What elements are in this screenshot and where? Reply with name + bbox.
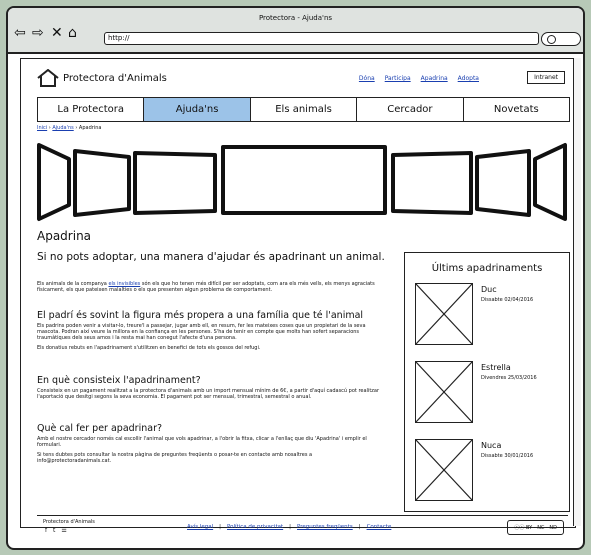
search-button[interactable]	[541, 32, 581, 46]
intro-text: Els animals de la companya els invisible…	[37, 281, 375, 293]
home-icon[interactable]: ⌂	[68, 26, 77, 40]
nav-cercador[interactable]: Cercador	[357, 98, 464, 121]
page-footer: Protectora d'Animals f t ☰ Avís legal | P…	[37, 515, 568, 535]
intro-block: Els animals de la companya els invisible…	[37, 281, 387, 293]
link-apadrina[interactable]: Apadrina	[421, 75, 448, 82]
carousel-slide-1[interactable]	[37, 143, 71, 221]
link-adopta[interactable]: Adopta	[458, 75, 479, 82]
section-1: El padrí és sovint la figura més propera…	[37, 310, 387, 351]
nav-novetats[interactable]: Novetats	[464, 98, 569, 121]
close-icon[interactable]: ✕	[51, 26, 63, 40]
carousel-slide-2[interactable]	[73, 149, 131, 217]
section-3-contact: Si tens dubtes pots consultar la nostra …	[37, 452, 313, 464]
license-label: BY - NC - ND	[526, 525, 557, 531]
section-3: Què cal fer per apadrinar? Amb el nostre…	[37, 423, 387, 464]
footer-contact-link[interactable]: Contacte	[367, 524, 392, 530]
main-nav: La Protectora Ajuda'ns Els animals Cerca…	[37, 97, 570, 122]
brand-name: Protectora d'Animals	[63, 72, 167, 84]
image-placeholder-icon	[415, 283, 473, 345]
link-participa[interactable]: Participa	[385, 75, 411, 82]
carousel-slide-7[interactable]	[533, 143, 567, 221]
top-links: Dóna Participa Apadrina Adopta	[359, 75, 479, 82]
facebook-icon[interactable]: f	[45, 527, 49, 534]
section-3-title: Què cal fer per apadrinar?	[37, 423, 163, 434]
page-lead: Si no pots adoptar, una manera d'ajudar …	[37, 251, 385, 263]
animal-name[interactable]: Estrella	[481, 363, 511, 372]
house-icon	[37, 69, 59, 87]
cc-icon: ⓒⓒ	[514, 525, 525, 531]
nav-ajudans[interactable]: Ajuda'ns	[144, 98, 251, 121]
image-placeholder-icon	[415, 361, 473, 423]
link-dona[interactable]: Dóna	[359, 75, 375, 82]
image-placeholder-icon	[415, 439, 473, 501]
carousel-slide-3[interactable]	[133, 151, 217, 215]
section-1-text: Els padrins poden venir a visitar-lo, tr…	[37, 323, 366, 341]
forward-icon[interactable]: ⇨	[32, 26, 44, 40]
carousel-slide-4[interactable]	[221, 145, 387, 215]
section-1-note: Els donatius rebuts en l'apadrinament s'…	[37, 345, 261, 351]
twitter-icon[interactable]: t	[53, 527, 57, 534]
page-title: Apadrina	[37, 229, 92, 243]
back-icon[interactable]: ⇦	[14, 26, 26, 40]
nav-la-protectora[interactable]: La Protectora	[38, 98, 145, 121]
rss-icon[interactable]: ☰	[61, 527, 68, 534]
image-carousel[interactable]	[37, 131, 568, 227]
footer-privacy-link[interactable]: Política de privacitat	[227, 524, 283, 530]
footer-faq-link[interactable]: Preguntes freqüents	[297, 524, 353, 530]
animal-name[interactable]: Nuca	[481, 441, 501, 450]
sponsorship-date: Dissabte 02/04/2016	[481, 297, 534, 303]
vertical-scrollbar[interactable]	[573, 58, 581, 526]
footer-legal-link[interactable]: Avís legal	[187, 524, 213, 530]
section-1-title: El padrí és sovint la figura més propera…	[37, 310, 364, 321]
section-2: En què consisteix l'apadrinament? Consis…	[37, 375, 387, 400]
browser-titlebar: Protectora - Ajuda'ns ⇦ ⇨ ✕ ⌂ http://	[8, 8, 583, 54]
footer-org: Protectora d'Animals	[43, 519, 95, 525]
invisibles-link[interactable]: els invisibles	[108, 281, 140, 287]
sponsorship-item[interactable]: Nuca Dissabte 30/01/2016	[415, 439, 565, 501]
animal-name[interactable]: Duc	[481, 285, 497, 294]
sidebar-title: Últims apadrinaments	[431, 263, 543, 274]
carousel-slide-5[interactable]	[391, 151, 473, 215]
creative-commons-badge[interactable]: ⓒⓒ BY - NC - ND	[507, 520, 564, 535]
sponsorship-date: Divendres 25/03/2016	[481, 375, 537, 381]
section-3-text: Amb el nostre cercador només cal escolli…	[37, 436, 367, 448]
site-logo[interactable]: Protectora d'Animals	[37, 69, 167, 87]
search-icon	[547, 35, 556, 44]
intranet-button[interactable]: Intranet	[527, 71, 565, 84]
footer-links: Avís legal | Política de privacitat | Preg…	[187, 524, 392, 530]
carousel-slide-6[interactable]	[475, 149, 531, 217]
sponsorship-item[interactable]: Estrella Divendres 25/03/2016	[415, 361, 565, 423]
recent-sponsorships-panel: Últims apadrinaments Duc Dissabte 02/04/…	[404, 252, 570, 512]
sponsorship-item[interactable]: Duc Dissabte 02/04/2016	[415, 283, 565, 345]
sponsorship-date: Dissabte 30/01/2016	[481, 453, 534, 459]
url-input[interactable]: http://	[104, 32, 539, 45]
window-title: Protectora - Ajuda'ns	[258, 14, 333, 22]
social-icons: f t ☰	[45, 527, 69, 534]
page-content: Protectora d'Animals Dóna Participa Apad…	[20, 58, 576, 535]
nav-els-animals[interactable]: Els animals	[251, 98, 358, 121]
section-2-text: Consisteix en un pagament realitzat a la…	[37, 388, 380, 400]
section-2-title: En què consisteix l'apadrinament?	[37, 375, 201, 386]
browser-window: Protectora - Ajuda'ns ⇦ ⇨ ✕ ⌂ http:// Pr…	[6, 6, 585, 550]
